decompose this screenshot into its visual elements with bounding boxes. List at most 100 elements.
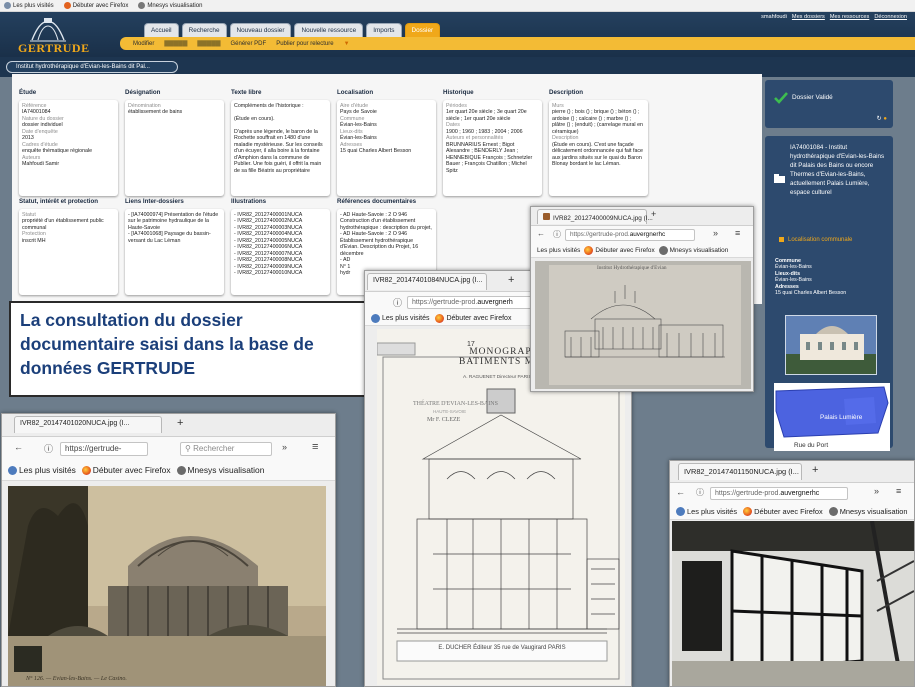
- bullet-icon: [779, 237, 784, 242]
- menu-icon[interactable]: ≡: [896, 486, 901, 496]
- folder-icon: [774, 174, 785, 183]
- map-label: Palais Lumière: [820, 414, 863, 421]
- localisation-communale: Localisation communale: [779, 237, 852, 243]
- url-domain: auvergnerhc: [629, 231, 666, 238]
- star-icon: [371, 313, 380, 323]
- info-icon[interactable]: ⓘ: [44, 442, 53, 455]
- field-value: - AD Haute-Savoie : 2 O 946 Construction…: [340, 212, 432, 231]
- lieux-value: Évian-les-Bains: [775, 277, 812, 284]
- new-tab-icon[interactable]: +: [812, 464, 818, 476]
- bookmark-mnesys[interactable]: Mnesys visualisation: [176, 465, 264, 475]
- section-title: Références documentaires: [337, 198, 417, 205]
- menu-icon[interactable]: ≡: [312, 441, 318, 453]
- back-icon[interactable]: ←: [676, 487, 685, 497]
- bookmark-most-visited[interactable]: Les plus visités: [4, 2, 54, 9]
- link-deconnexion[interactable]: Déconnexion: [874, 14, 907, 20]
- bookmark-most-visited[interactable]: Les plus visités: [537, 247, 580, 254]
- tab-nouvelle-ressource[interactable]: Nouvelle ressource: [294, 23, 364, 37]
- back-icon[interactable]: ←: [14, 442, 23, 452]
- dropdown-arrow-icon[interactable]: ▼: [344, 41, 350, 47]
- callout-line: données GERTRUDE: [20, 357, 196, 378]
- modifier-button[interactable]: Modifier: [133, 41, 154, 47]
- new-tab-icon[interactable]: +: [651, 209, 656, 219]
- section-texte-libre: Texte libre Compléments de l'historique …: [231, 89, 330, 196]
- section-etude: Étude Référence IA74001084 Nature du dossi…: [19, 89, 118, 196]
- section-title: Étude: [19, 89, 37, 96]
- tab-accueil[interactable]: Accueil: [144, 23, 179, 37]
- refresh-icon[interactable]: ↻ ●: [877, 115, 887, 122]
- url-bar[interactable]: https://gertrude-: [60, 442, 148, 456]
- bookmark-firefox[interactable]: Débuter avec Firefox: [81, 465, 171, 475]
- callout-line: documentaire saisi dans la base de: [20, 333, 314, 354]
- tab-imports[interactable]: Imports: [366, 23, 402, 37]
- commune-value: Évian-les-Bains: [775, 264, 812, 271]
- location-map[interactable]: Palais Lumière Rue du Port: [774, 383, 890, 451]
- tab-recherche[interactable]: Recherche: [181, 23, 227, 37]
- bookmark-firefox[interactable]: Débuter avec Firefox: [584, 246, 655, 255]
- section-localisation: Localisation Aire d'étude Pays de Savoie C…: [337, 89, 436, 196]
- url-bar[interactable]: https://gertrude-prod.auvergnerhc: [710, 487, 848, 500]
- image-window-casino[interactable]: IVR82_20147401020NUCA.jpg (I... + ← ⓘ ht…: [1, 413, 336, 687]
- window-tab[interactable]: IVR82_20147401020NUCA.jpg (I...: [14, 416, 162, 433]
- plate-small: HAUTE-SAVOIE: [433, 409, 467, 414]
- section-title: Historique: [443, 89, 474, 96]
- bookmark-most-visited[interactable]: Les plus visités: [371, 313, 429, 323]
- section-liens: Liens Inter-dossiers - [IA74000974] Prés…: [125, 198, 224, 295]
- bookmark-mnesys[interactable]: Mnesys visualisation: [828, 506, 908, 516]
- gertrude-logo-text: GERTRUDE: [18, 41, 90, 55]
- new-tab-icon[interactable]: +: [177, 417, 183, 429]
- section-title: Statut, intérêt et protection: [19, 198, 99, 205]
- card-illustrations[interactable]: - IVR82_20127400001NUCA - IVR82_201274000…: [231, 209, 330, 295]
- section-title: Liens Inter-dossiers: [125, 198, 184, 205]
- field-value: Mahfoudi Samir: [22, 161, 60, 168]
- section-description: Description Murs pierre () ; bois () ; br…: [549, 89, 648, 196]
- link-mes-ressources[interactable]: Mes ressources: [830, 14, 869, 20]
- overflow-icon[interactable]: »: [874, 486, 879, 496]
- bookmark-firefox[interactable]: Débuter avec Firefox: [63, 2, 128, 9]
- info-icon[interactable]: ⓘ: [393, 296, 402, 309]
- card-etude: Référence IA74001084 Nature du dossier doss…: [19, 100, 118, 196]
- generer-pdf-button[interactable]: Générer PDF: [231, 41, 267, 47]
- localisation-title: Localisation communale: [788, 237, 853, 244]
- image-window-institut[interactable]: IVR82_20127400009NUCA.jpg (I... + ← ⓘ ht…: [530, 206, 754, 392]
- building-photo[interactable]: [785, 315, 877, 375]
- back-icon[interactable]: ←: [537, 229, 545, 238]
- field-value: 1er quart 20e siècle ; 3e quart 20e sièc…: [446, 109, 527, 122]
- publier-relecture-button[interactable]: Publier pour relecture: [276, 41, 333, 47]
- casino-postcard-image: N° 126. — Evian-les-Bains. — Le Casino.: [8, 486, 326, 686]
- card-statut: Statut propriété d'un établissement publi…: [19, 209, 118, 295]
- tab-nouveau-dossier[interactable]: Nouveau dossier: [229, 23, 292, 37]
- url-bar[interactable]: https://gertrude-prod.auvergnerhc: [565, 229, 695, 241]
- info-icon[interactable]: ⓘ: [553, 229, 561, 240]
- new-tab-icon[interactable]: +: [508, 274, 514, 286]
- menu-icon[interactable]: ≡: [735, 228, 740, 238]
- url-toolbar: ← ⓘ https://gertrude- ⚲ Rechercher » ≡: [2, 436, 335, 460]
- image-window-photo[interactable]: IVR82_20147401150NUCA.jpg (I... + ← ⓘ ht…: [669, 460, 915, 687]
- adresse-value: 15 quai Charles Albert Besson: [775, 290, 847, 297]
- field-value: - AD Haute-Savoie : 2 O 946 Établissemen…: [340, 231, 419, 257]
- mnesys-icon: [138, 2, 146, 9]
- bookmark-firefox[interactable]: Débuter avec Firefox: [435, 313, 511, 323]
- link-mes-dossiers[interactable]: Mes dossiers: [792, 14, 825, 20]
- bookmark-firefox[interactable]: Débuter avec Firefox: [743, 506, 823, 516]
- window-tab[interactable]: IVR82_20147401150NUCA.jpg (I...: [678, 463, 802, 480]
- bookmark-most-visited[interactable]: Les plus visités: [676, 506, 737, 516]
- bookmark-mnesys[interactable]: Mnesys visualisation: [138, 2, 202, 9]
- window-tab[interactable]: IVR82_20127400009NUCA.jpg (I...: [537, 209, 653, 224]
- dossier-action-bar: Modifier ▇▇▇▇▇ ▇▇▇▇▇ Générer PDF Publier…: [120, 37, 915, 50]
- window-tab-title: IVR82_20147401020NUCA.jpg (I...: [20, 420, 130, 427]
- bookmark-mnesys[interactable]: Mnesys visualisation: [658, 246, 728, 255]
- image-icon: [543, 213, 550, 220]
- field-value: BRUNNARIUS Ernest ; Bigot Alexandre ; BE…: [446, 141, 533, 174]
- search-input[interactable]: ⚲ Rechercher: [180, 442, 272, 456]
- dossier-title[interactable]: Institut hydrothérapique d'Evian-les-Bai…: [6, 61, 178, 73]
- bookmark-most-visited[interactable]: Les plus visités: [8, 465, 76, 475]
- browser-bookmarks-bar: Les plus visités Débuter avec Firefox Mn…: [0, 0, 915, 12]
- window-tab[interactable]: IVR82_20147401084NUCA.jpg (I...: [367, 273, 487, 290]
- casino-postcard: [8, 486, 326, 686]
- overflow-icon[interactable]: »: [282, 442, 287, 452]
- info-icon[interactable]: ⓘ: [696, 487, 704, 498]
- window-bookmarks: Les plus visités Débuter avec Firefox Mn…: [2, 460, 335, 481]
- overflow-icon[interactable]: »: [713, 228, 718, 238]
- tab-dossier[interactable]: Dossier: [404, 23, 441, 37]
